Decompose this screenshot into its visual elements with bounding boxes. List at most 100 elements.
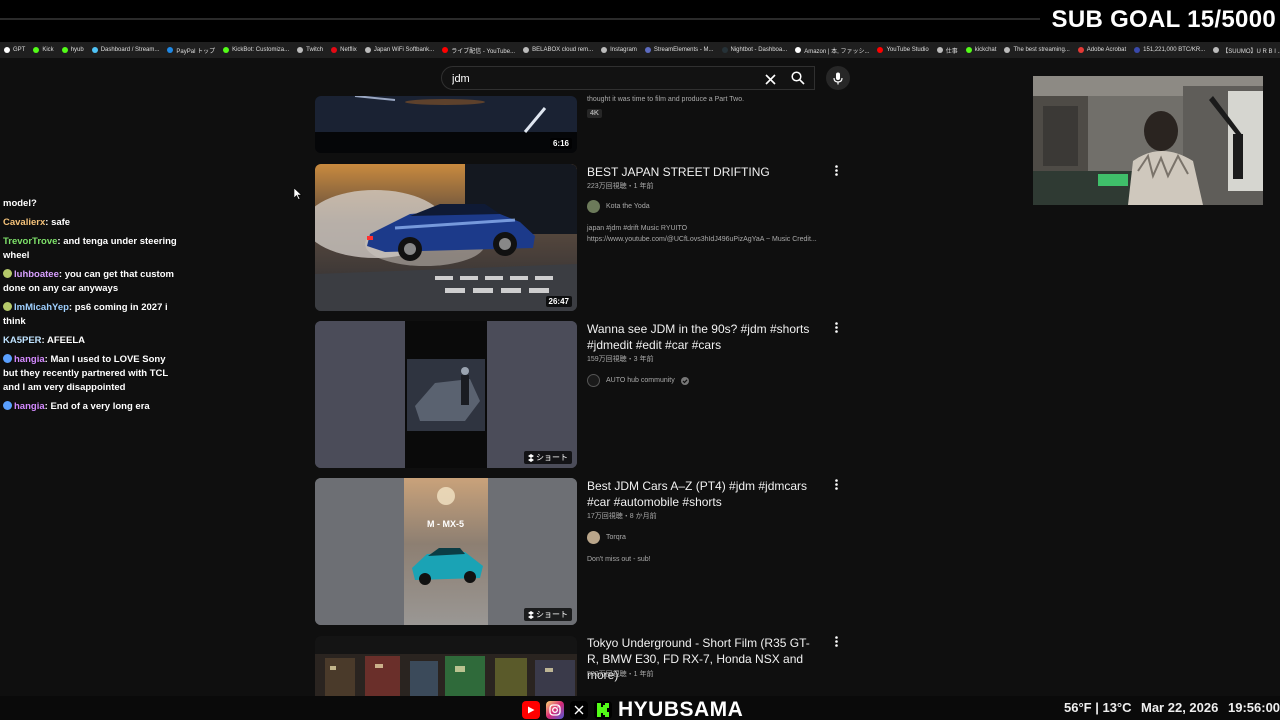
video-thumbnail[interactable]: 26:47	[315, 164, 577, 311]
bookmark-item[interactable]: PayPal トップ	[163, 46, 219, 55]
video-thumbnail[interactable]: M - MX-5 ショート	[315, 478, 577, 625]
chat-username[interactable]: luhboatee	[14, 269, 59, 280]
date-readout: Mar 22, 2026	[1141, 700, 1219, 715]
bookmark-item[interactable]: 【SUUMO】U R B I ...	[1209, 46, 1280, 55]
bookmark-item[interactable]: ライブ配信 - YouTube...	[438, 46, 519, 55]
weather-readout: 56°F | 13°C	[1064, 700, 1132, 715]
channel-row[interactable]: Kota the Yoda	[587, 200, 650, 213]
bookmark-item[interactable]: kickchat	[962, 47, 1001, 53]
bookmark-item[interactable]: YouTube Studio	[873, 47, 932, 53]
bottom-overlay: HYUBSAMA 56°F | 13°C Mar 22, 2026 19:56:…	[0, 696, 1280, 720]
video-thumbnail[interactable]: 6:16	[315, 96, 577, 153]
clear-search-button[interactable]	[760, 69, 780, 89]
channel-avatar[interactable]	[587, 200, 600, 213]
top-overlay: SUB GOAL 15/5000	[0, 0, 1280, 42]
bookmark-item[interactable]: hyub	[58, 47, 88, 53]
more-options-button[interactable]	[830, 320, 842, 334]
chat-username[interactable]: KA5PER	[3, 335, 42, 346]
bookmark-item[interactable]: 仕事	[933, 46, 962, 55]
bookmark-item[interactable]: Japan WiFi Softbank...	[361, 47, 438, 53]
thumbnail-image	[315, 96, 577, 153]
webcam-image	[1033, 76, 1263, 205]
bookmark-item[interactable]: Twitch	[293, 47, 327, 53]
thumbnail-image	[315, 478, 577, 625]
x-twitter-icon	[570, 701, 588, 719]
webcam-feed	[1033, 76, 1263, 205]
youtube-icon	[522, 701, 540, 719]
kick-icon	[594, 701, 612, 719]
bookmark-label: 仕事	[945, 48, 958, 55]
bookmark-item[interactable]: 151,221,000 BTC/KR...	[1130, 47, 1209, 53]
bookmark-item[interactable]: GPT	[0, 47, 29, 53]
bookmark-item[interactable]: Amazon | 本, ファッシ...	[791, 46, 873, 55]
chat-username[interactable]: TrevorTrove	[3, 236, 57, 247]
bookmark-item[interactable]: Instagram	[597, 47, 641, 53]
chat-username[interactable]: Cavalierx	[3, 217, 45, 228]
video-description-link: https://www.youtube.com/@UCfLovs3hIdJ496…	[587, 236, 817, 243]
search-icon	[790, 71, 805, 85]
video-title[interactable]: Wanna see JDM in the 90s? #jdm #shorts #…	[587, 321, 817, 353]
bookmark-favicon-icon	[223, 47, 230, 53]
chat-message: hangia: Man I used to LOVE Sony but they…	[3, 353, 178, 395]
video-title[interactable]: Best JDM Cars A–Z (PT4) #jdm #jdmcars #c…	[587, 478, 817, 510]
bookmark-label: Adobe Acrobat	[1086, 47, 1127, 53]
bookmark-item[interactable]: BELABOX cloud rem...	[519, 47, 597, 53]
bookmark-item[interactable]: Adobe Acrobat	[1074, 47, 1130, 53]
bookmark-favicon-icon	[1004, 47, 1011, 53]
search-box[interactable]	[441, 66, 815, 90]
channel-avatar[interactable]	[587, 374, 600, 387]
video-thumbnail[interactable]: ショート	[315, 321, 577, 468]
bookmark-favicon-icon	[167, 47, 174, 53]
channel-name[interactable]: Torqra	[606, 534, 626, 541]
chat-username[interactable]: hangia	[14, 354, 45, 365]
chat-username[interactable]: hangia	[14, 401, 45, 412]
video-thumbnail[interactable]	[315, 636, 577, 696]
social-links: HYUBSAMA	[522, 698, 743, 720]
search-input[interactable]	[452, 71, 752, 87]
bookmark-item[interactable]: Dashboard / Stream...	[88, 47, 164, 53]
clock-readout: 19:56:00	[1228, 700, 1280, 715]
chat-text: End of a very long era	[50, 401, 150, 412]
video-meta: 582万回視聴・1 年前	[587, 671, 654, 678]
chat-message: hangia: End of a very long era	[3, 400, 178, 414]
bookmark-label: KickBot: Customiza...	[232, 47, 290, 53]
voice-search-button[interactable]	[826, 66, 850, 90]
bookmark-item[interactable]: The best streaming...	[1000, 47, 1073, 53]
bookmark-item[interactable]: Kick	[29, 47, 57, 53]
search-button[interactable]	[780, 66, 815, 90]
instagram-icon	[546, 701, 564, 719]
bookmark-favicon-icon	[1077, 47, 1084, 53]
chat-message: model?	[3, 197, 178, 211]
bookmark-item[interactable]: Nightbot - Dashboa...	[718, 47, 792, 53]
more-options-button[interactable]	[830, 634, 842, 648]
bookmark-label: 151,221,000 BTC/KR...	[1143, 47, 1206, 53]
video-title[interactable]: BEST JAPAN STREET DRIFTING	[587, 164, 817, 180]
bookmark-label: kickchat	[974, 47, 997, 53]
bookmark-label: BELABOX cloud rem...	[532, 47, 594, 53]
chat-message: ImMicahYep: ps6 coming in 2027 i think	[3, 301, 178, 329]
channel-name[interactable]: AUTO hub community	[606, 377, 675, 384]
channel-name[interactable]: Kota the Yoda	[606, 203, 650, 210]
more-options-button[interactable]	[830, 477, 842, 491]
bookmark-label: Instagram	[610, 47, 637, 53]
sub-goal-label: SUB GOAL 15/5000	[1051, 6, 1276, 33]
bookmark-favicon-icon	[795, 47, 802, 53]
bookmark-label: The best streaming...	[1013, 47, 1070, 53]
bookmark-item[interactable]: Netflix	[327, 47, 361, 53]
stream-chat: model? Cavalierx: safe TrevorTrove: and te…	[3, 197, 178, 419]
channel-avatar[interactable]	[587, 531, 600, 544]
bookmark-favicon-icon	[91, 47, 98, 53]
bookmark-item[interactable]: StreamElements - M...	[641, 47, 718, 53]
channel-row[interactable]: AUTO hub community	[587, 374, 689, 387]
more-vert-icon	[834, 635, 838, 647]
bookmark-label: GPT	[13, 47, 26, 53]
more-options-button[interactable]	[830, 163, 842, 177]
video-meta: 223万回視聴・1 年前	[587, 183, 654, 190]
bookmark-item[interactable]: KickBot: Customiza...	[219, 47, 293, 53]
bookmark-favicon-icon	[61, 47, 68, 53]
thumbnail-image	[315, 321, 577, 468]
chat-username[interactable]: ImMicahYep	[14, 302, 69, 313]
channel-row[interactable]: Torqra	[587, 531, 626, 544]
video-duration: 26:47	[545, 296, 572, 307]
chat-text: safe	[51, 217, 71, 228]
